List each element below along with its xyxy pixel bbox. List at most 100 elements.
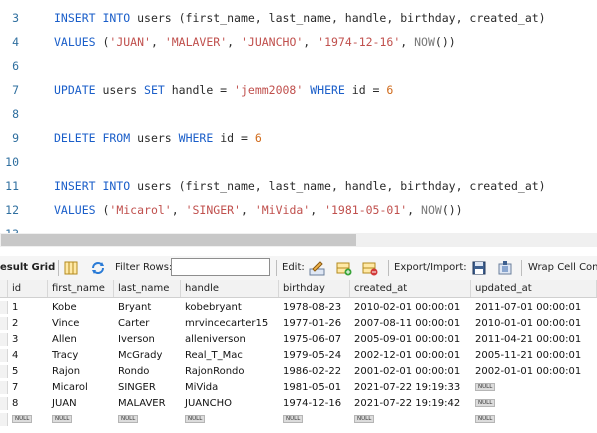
- table-cell[interactable]: NULL: [48, 413, 114, 426]
- table-cell[interactable]: 8: [8, 397, 48, 410]
- table-cell[interactable]: Rondo: [114, 365, 181, 378]
- table-cell[interactable]: NULL: [471, 413, 597, 426]
- table-cell[interactable]: 1974-12-16: [279, 397, 350, 410]
- table-cell[interactable]: 1978-08-23: [279, 301, 350, 314]
- table-cell[interactable]: NULL: [350, 413, 471, 426]
- table-cell[interactable]: 1986-02-22: [279, 365, 350, 378]
- row-selector[interactable]: [0, 397, 8, 410]
- table-cell[interactable]: 1977-01-26: [279, 317, 350, 330]
- table-cell[interactable]: 3: [8, 333, 48, 346]
- table-cell[interactable]: NULL: [279, 413, 350, 426]
- edit-row-icon[interactable]: [309, 260, 325, 276]
- code-line[interactable]: 3 INSERT INTO users (first_name, last_nam…: [0, 6, 597, 30]
- scrollbar-thumb[interactable]: [1, 234, 356, 246]
- code-line[interactable]: 8: [0, 102, 597, 126]
- result-grid[interactable]: id first_name last_name handle birthday creat…: [0, 280, 597, 433]
- code-line[interactable]: 12 VALUES ('Micarol', 'SINGER', 'MiVida',…: [0, 198, 597, 222]
- code-line[interactable]: 10: [0, 150, 597, 174]
- import-icon[interactable]: [497, 260, 513, 276]
- row-selector[interactable]: [0, 349, 8, 362]
- table-cell[interactable]: 2007-08-11 00:00:01: [350, 317, 471, 330]
- column-header-created-at[interactable]: created_at: [350, 280, 471, 297]
- table-row[interactable]: 4 Tracy McGrady Real_T_Mac 1979-05-24 2002-12…: [0, 349, 597, 362]
- table-cell[interactable]: Rajon: [48, 365, 114, 378]
- table-cell[interactable]: 2005-09-01 00:00:01: [350, 333, 471, 346]
- column-header-first-name[interactable]: first_name: [48, 280, 114, 297]
- table-cell[interactable]: Kobe: [48, 301, 114, 314]
- table-cell[interactable]: 2010-01-01 00:00:01: [471, 317, 597, 330]
- table-cell[interactable]: 4: [8, 349, 48, 362]
- table-cell[interactable]: MALAVER: [114, 397, 181, 410]
- column-header-birthday[interactable]: birthday: [279, 280, 350, 297]
- table-cell[interactable]: 2002-01-01 00:00:01: [471, 365, 597, 378]
- table-cell[interactable]: SINGER: [114, 381, 181, 394]
- table-cell[interactable]: NULL: [8, 413, 48, 426]
- table-cell[interactable]: 2011-07-01 00:00:01: [471, 301, 597, 314]
- table-cell[interactable]: alleniverson: [181, 333, 279, 346]
- delete-row-icon[interactable]: [362, 260, 378, 276]
- table-cell[interactable]: 1981-05-01: [279, 381, 350, 394]
- code-line[interactable]: 7 UPDATE users SET handle = 'jemm2008' WH…: [0, 78, 597, 102]
- table-row[interactable]: 3 Allen Iverson alleniverson 1975-06-07 2005-…: [0, 333, 597, 346]
- table-row[interactable]: NULL NULL NULL NULL NULL NULL NULL: [0, 413, 597, 426]
- table-row[interactable]: 1 Kobe Bryant kobebryant 1978-08-23 2010-02-0…: [0, 301, 597, 314]
- table-row[interactable]: 2 Vince Carter mrvincecarter15 1977-01-26 200…: [0, 317, 597, 330]
- result-grid-tab[interactable]: esult Grid: [0, 256, 55, 280]
- table-cell[interactable]: Micarol: [48, 381, 114, 394]
- table-cell[interactable]: 2021-07-22 19:19:42: [350, 397, 471, 410]
- table-cell[interactable]: 1979-05-24: [279, 349, 350, 362]
- table-cell[interactable]: Bryant: [114, 301, 181, 314]
- table-cell[interactable]: 2: [8, 317, 48, 330]
- table-cell[interactable]: 2002-12-01 00:00:01: [350, 349, 471, 362]
- table-cell[interactable]: Real_T_Mac: [181, 349, 279, 362]
- refresh-icon[interactable]: [90, 260, 106, 276]
- export-icon[interactable]: [471, 260, 487, 276]
- sql-editor[interactable]: 3 INSERT INTO users (first_name, last_nam…: [0, 0, 597, 241]
- column-header-updated-at[interactable]: updated_at: [471, 280, 597, 297]
- table-row[interactable]: 7 Micarol SINGER MiVida 1981-05-01 2021-07-22…: [0, 381, 597, 394]
- table-cell[interactable]: 2011-04-21 00:00:01: [471, 333, 597, 346]
- table-cell[interactable]: MiVida: [181, 381, 279, 394]
- table-cell[interactable]: 1975-06-07: [279, 333, 350, 346]
- table-row[interactable]: 8 JUAN MALAVER JUANCHO 1974-12-16 2021-07-22 …: [0, 397, 597, 410]
- table-cell[interactable]: Tracy: [48, 349, 114, 362]
- add-row-icon[interactable]: [336, 260, 352, 276]
- row-selector[interactable]: [0, 365, 8, 378]
- column-header-last-name[interactable]: last_name: [114, 280, 181, 297]
- table-cell[interactable]: Vince: [48, 317, 114, 330]
- table-cell[interactable]: Iverson: [114, 333, 181, 346]
- grid-layout-icon[interactable]: [63, 260, 79, 276]
- row-selector[interactable]: [0, 413, 8, 426]
- table-row[interactable]: 5 Rajon Rondo RajonRondo 1986-02-22 2001-02-0…: [0, 365, 597, 378]
- row-selector[interactable]: [0, 381, 8, 394]
- table-cell[interactable]: Carter: [114, 317, 181, 330]
- table-cell[interactable]: 5: [8, 365, 48, 378]
- table-cell[interactable]: 2001-02-01 00:00:01: [350, 365, 471, 378]
- table-cell[interactable]: mrvincecarter15: [181, 317, 279, 330]
- table-cell[interactable]: JUAN: [48, 397, 114, 410]
- table-cell[interactable]: 1: [8, 301, 48, 314]
- column-header-handle[interactable]: handle: [181, 280, 279, 297]
- table-cell[interactable]: 2005-11-21 00:00:01: [471, 349, 597, 362]
- table-cell[interactable]: NULL: [114, 413, 181, 426]
- code-line[interactable]: 11 INSERT INTO users (first_name, last_na…: [0, 174, 597, 198]
- table-cell[interactable]: McGrady: [114, 349, 181, 362]
- row-selector-header[interactable]: [0, 280, 8, 297]
- code-line[interactable]: 6: [0, 54, 597, 78]
- table-cell[interactable]: RajonRondo: [181, 365, 279, 378]
- row-selector[interactable]: [0, 333, 8, 346]
- code-line[interactable]: 4 VALUES ('JUAN', 'MALAVER', 'JUANCHO', '…: [0, 30, 597, 54]
- code-line[interactable]: 9 DELETE FROM users WHERE id = 6: [0, 126, 597, 150]
- table-cell[interactable]: 2010-02-01 00:00:01: [350, 301, 471, 314]
- table-cell[interactable]: 7: [8, 381, 48, 394]
- row-selector[interactable]: [0, 317, 8, 330]
- column-header-id[interactable]: id: [8, 280, 48, 297]
- table-cell[interactable]: kobebryant: [181, 301, 279, 314]
- table-cell[interactable]: NULL: [471, 397, 597, 410]
- table-cell[interactable]: 2021-07-22 19:19:33: [350, 381, 471, 394]
- table-cell[interactable]: NULL: [471, 381, 597, 394]
- table-cell[interactable]: JUANCHO: [181, 397, 279, 410]
- editor-horizontal-scrollbar[interactable]: [0, 233, 597, 247]
- wrap-cell-content-label[interactable]: Wrap Cell Cont: [528, 256, 597, 280]
- table-cell[interactable]: NULL: [181, 413, 279, 426]
